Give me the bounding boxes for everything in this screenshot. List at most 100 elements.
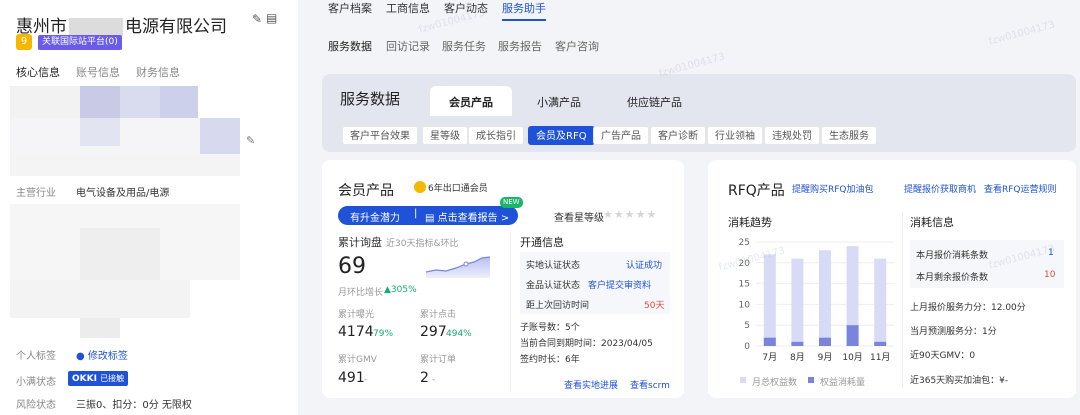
x-tick-label: 7月 [762,352,777,363]
x-tick-label: 11月 [870,352,890,363]
scrm-link[interactable]: 查看scrm [630,378,670,391]
x-tick-label: 9月 [818,352,833,363]
chip-eco-service[interactable]: 生态服务 [821,126,877,145]
last-visit-value: 50天 [644,301,665,311]
upgrade-text: 有升金潜力 [350,213,400,224]
chip-platform-effect[interactable]: 客户平台效果 [342,126,418,145]
gold-member-icon: 9 [16,34,32,50]
tag-label: 个人标签 [16,351,56,362]
tab-xiaoman-product[interactable]: 小满产品 [537,94,581,110]
new-badge: NEW [500,197,523,208]
gold-cert-label: 金品认证状态 [526,281,581,291]
okki-badge: OKKI 已接触 [68,371,129,386]
report-link[interactable]: ▤ 点击查看报告 > [425,209,509,224]
sub-accounts: 子账号数：5个 [520,323,580,333]
tab-customer-file[interactable]: 客户档案 [328,0,372,16]
watermark-text: fzw01004173 [987,19,1057,48]
gold-cert-value[interactable]: 客户提交审资料 [588,278,651,291]
click-label: 累计点击 [420,310,457,320]
tab-customer-consult[interactable]: 客户咨询 [555,38,599,54]
risk-value: 三振0、扣分：0分 无限权 [76,400,192,411]
signing-years: 签约时长：6年 [520,355,580,365]
inquiry-label: 累计询盘 [338,236,382,249]
divider: | [414,208,418,219]
bar-total [874,258,887,346]
edit-icon[interactable]: ✎ [252,12,262,26]
tab-service-assistant[interactable]: 服务助手 [502,0,546,21]
y-tick-label: 25 [739,238,750,248]
month-used-value: 1 [1048,248,1054,258]
star-level-link[interactable]: 查看星等级 [554,209,604,224]
plus-circle-icon: ● [76,351,85,362]
boost-365: 近365天购买加油包：¥- [910,376,1009,386]
gmv-label: 累计GMV [338,355,377,365]
rfq-rules-link[interactable]: 查看RFQ运营规则 [984,182,1057,195]
edit-tag-link[interactable]: ● 修改标签 [76,347,128,362]
legend-used: 权益消耗量 [820,378,866,388]
redacted-block [10,154,240,176]
rfq-title: RFQ产品 [728,183,785,199]
trend-title: 消耗趋势 [728,216,772,229]
field-progress-link[interactable]: 查看实地进展 [564,378,618,391]
month-forecast: 当月预测服务分：1分 [910,327,997,337]
bar-used [763,337,776,346]
star-rating: ★★★★★ [603,208,658,221]
edit-icon[interactable]: ✎ [246,134,255,147]
company-panel: 惠州市 电源有限公司 ✎ ▤ 9 关联国际站平台(0) 核心信息 账号信息 财务信… [0,0,298,415]
tab-service-tasks[interactable]: 服务任务 [442,38,486,54]
info-title: 消耗信息 [910,216,954,229]
bar-total [791,258,804,346]
exposure-label: 累计曝光 [338,310,375,320]
chip-star-level[interactable]: 星等级 [422,126,468,145]
remind-buy-link[interactable]: 提醒购买RFQ加油包 [792,182,874,195]
bar-used [846,325,859,346]
industry-value: 电气设备及用品/电源 [76,188,170,199]
member-title: 会员产品 [338,183,394,199]
month-remaining-label: 本月剩余报价条数 [916,273,989,283]
field-cert-value: 认证成功 [626,261,663,271]
mom-value: ▲305% [384,285,417,295]
bar-total [763,254,776,346]
legend-total-swatch [740,377,746,383]
open-info-title: 开通信息 [520,236,564,249]
tab-business-info[interactable]: 工商信息 [386,0,430,16]
redacted-block [80,318,120,338]
legend-total: 月总权益数 [752,378,798,388]
exposure-value: 4174 [338,324,374,340]
document-icon: ▤ [425,213,435,224]
tab-visit-records[interactable]: 回访记录 [386,38,430,54]
tab-customer-activity[interactable]: 客户动态 [444,0,488,16]
tab-member-product[interactable]: 会员产品 [449,94,493,110]
tab-supply-chain-product[interactable]: 供应链产品 [627,94,682,110]
chip-member-rfq[interactable]: 会员及RFQ [528,126,595,145]
contract-expiry: 当前合同到期时间：2023/04/05 [520,339,653,349]
document-icon[interactable]: ▤ [266,11,277,25]
tab-service-data[interactable]: 服务数据 [328,38,372,54]
tab-account-info[interactable]: 账号信息 [76,64,120,80]
chip-industry-leader[interactable]: 行业领袖 [707,126,763,145]
redacted-block [200,118,240,154]
chip-violation[interactable]: 违规处罚 [764,126,820,145]
x-tick-label: 10月 [842,352,862,363]
member-years-badge: 6年出口通会员 [428,184,488,194]
tab-core-info[interactable]: 核心信息 [16,64,60,80]
field-cert-label: 实地认证状态 [526,261,581,271]
tab-service-reports[interactable]: 服务报告 [498,38,542,54]
order-label: 累计订单 [420,355,457,365]
redacted-block [10,86,80,118]
chip-ad-products[interactable]: 广告产品 [593,126,649,145]
chip-diagnosis[interactable]: 客户诊断 [650,126,706,145]
divider [902,212,903,388]
redacted-block [120,86,160,118]
platform-badge[interactable]: 关联国际站平台(0) [38,35,122,50]
month-remaining-value: 10 [1044,270,1056,280]
bar-total [819,250,831,346]
chip-growth-guide[interactable]: 成长指引 [468,126,524,145]
gold-medal-icon [414,181,426,193]
click-value: 297 [420,324,447,340]
y-tick-label: 0 [744,342,750,352]
exposure-pct: 79% [373,329,394,339]
remind-quote-link[interactable]: 提醒报价获取商机 [904,182,976,195]
month-used-label: 本月报价消耗条数 [916,251,989,261]
tab-finance-info[interactable]: 财务信息 [136,64,180,80]
